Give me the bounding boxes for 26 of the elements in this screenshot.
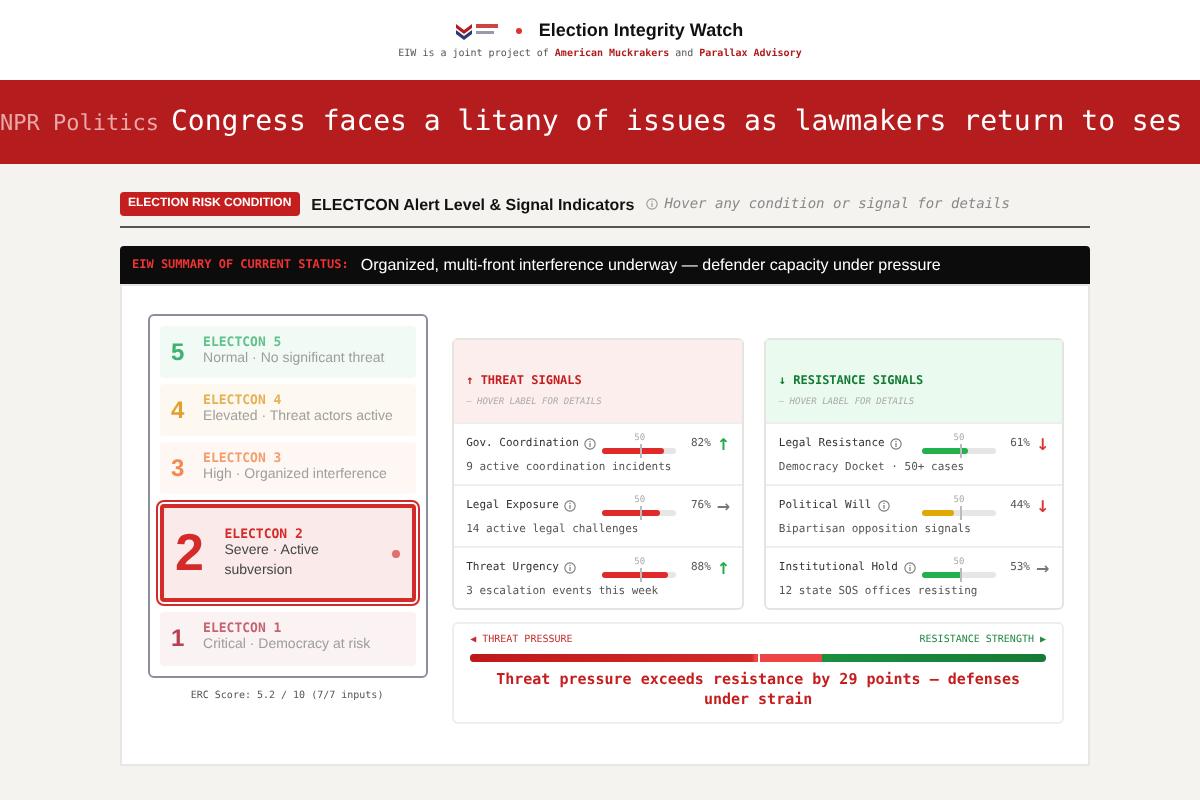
section-title: ELECTCON Alert Level & Signal Indicators <box>311 195 635 213</box>
trend-arrow: → <box>1036 559 1050 578</box>
trend-arrow: ↓ <box>1036 497 1050 516</box>
level-number: 2 <box>175 522 207 585</box>
active-dot <box>391 549 400 558</box>
trend-arrow: ↓ <box>1036 435 1050 454</box>
trend-arrow: ↑ <box>716 559 731 578</box>
trend-arrow: → <box>716 497 731 516</box>
level-number: 1 <box>171 624 187 653</box>
info-icon[interactable] <box>877 500 890 513</box>
ticker-headline[interactable]: Congress faces a litany of issues as lawmakers return to ses <box>170 106 1183 138</box>
info-icon[interactable] <box>890 438 903 451</box>
info-icon[interactable] <box>564 562 577 575</box>
info-icon[interactable] <box>584 438 597 451</box>
info-icon[interactable] <box>564 500 577 513</box>
logo-icon <box>456 21 501 39</box>
info-icon <box>646 198 659 210</box>
site-title: Election Integrity Watch <box>538 20 744 40</box>
trend-arrow: ↑ <box>716 435 731 454</box>
level-number: 4 <box>171 396 187 425</box>
separator-dot <box>516 27 523 33</box>
level-number: 3 <box>171 454 187 483</box>
ticker-source: NPR Politics <box>0 109 159 135</box>
info-icon[interactable] <box>904 562 916 575</box>
summary-text: Organized, multi-front interference underway — defender capacity under pressure <box>360 256 941 274</box>
level-number: 5 <box>171 338 187 367</box>
